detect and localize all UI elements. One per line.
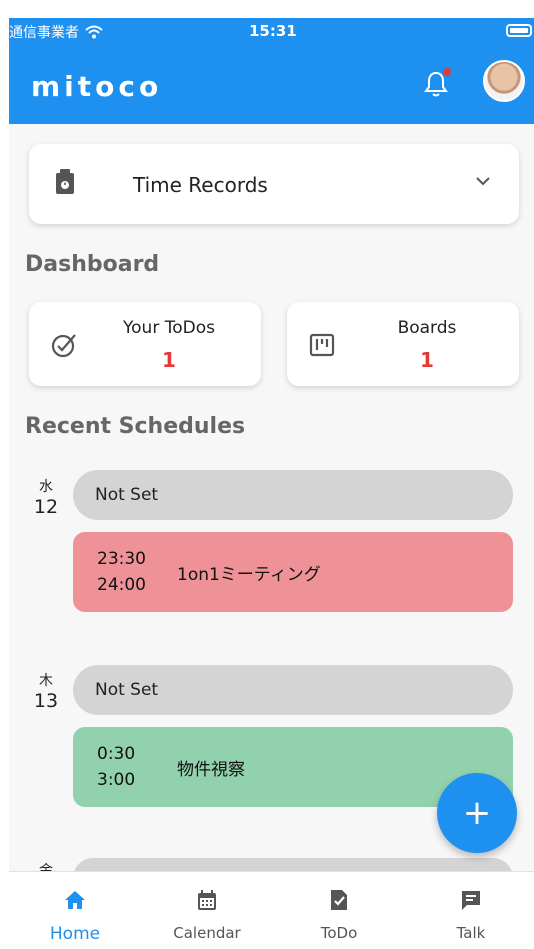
todos-label: Your ToDos: [123, 318, 215, 338]
app-logo: mitoco: [31, 70, 163, 103]
event-title: 物件視察: [177, 760, 245, 780]
todos-card[interactable]: Your ToDos 1: [29, 302, 261, 386]
timer-icon: [56, 169, 74, 194]
calendar-icon: [198, 890, 216, 910]
wifi-icon: [85, 25, 103, 39]
chat-bubble-icon: [462, 891, 480, 910]
add-button[interactable]: +: [437, 773, 517, 853]
day-label: 水 12: [29, 476, 63, 518]
battery-icon: [506, 24, 532, 37]
event-times: 0:30 3:00: [97, 741, 135, 793]
notification-badge: [443, 68, 451, 76]
day-number: 12: [33, 496, 59, 518]
event-end: 3:00: [97, 770, 136, 790]
nav-talk[interactable]: Talk: [421, 872, 521, 949]
weekday: 水: [39, 479, 53, 495]
carrier-name: 通信事業者: [9, 25, 79, 41]
event-start: 23:30: [97, 549, 146, 569]
boards-label: Boards: [397, 318, 457, 338]
todo-document-icon: [331, 890, 347, 910]
user-avatar[interactable]: [483, 60, 525, 102]
todos-count: 1: [162, 348, 176, 372]
not-set-schedule[interactable]: Not Set: [73, 470, 513, 520]
notification-bell-button[interactable]: [423, 68, 451, 98]
schedule-event[interactable]: 23:30 24:00 1on1ミーティング: [73, 532, 513, 612]
dashboard-heading: Dashboard: [25, 252, 160, 277]
chevron-down-icon[interactable]: [475, 176, 491, 186]
recent-schedules-heading: Recent Schedules: [25, 414, 246, 439]
board-icon: [309, 333, 335, 357]
boards-card[interactable]: Boards 1: [287, 302, 519, 386]
status-time: 15:31: [249, 22, 297, 40]
nav-todo[interactable]: ToDo: [289, 872, 389, 949]
weekday: 木: [39, 673, 53, 689]
time-records-title: Time Records: [133, 173, 268, 197]
not-set-schedule[interactable]: Not Set: [73, 665, 513, 715]
boards-count: 1: [420, 348, 434, 372]
carrier-info: 通信事業者: [9, 22, 103, 42]
nav-home[interactable]: Home: [25, 872, 125, 949]
home-icon: [65, 891, 85, 909]
event-title: 1on1ミーティング: [177, 565, 321, 585]
app-screen: 通信事業者 15:31 mitoco Time Records Dashboar…: [9, 18, 534, 949]
bottom-nav: Home Calendar ToDo Talk: [9, 871, 534, 949]
nav-talk-label: Talk: [456, 924, 486, 942]
check-circle-icon: [51, 334, 76, 358]
nav-home-label: Home: [49, 924, 101, 944]
event-times: 23:30 24:00: [97, 546, 146, 598]
day-label: 木 13: [29, 670, 63, 712]
nav-todo-label: ToDo: [320, 924, 358, 942]
time-records-card[interactable]: Time Records: [29, 144, 519, 224]
day-number: 13: [33, 690, 59, 712]
event-end: 24:00: [97, 575, 146, 595]
status-bar: 通信事業者 15:31: [9, 18, 534, 48]
nav-calendar-label: Calendar: [173, 924, 241, 942]
app-header: 通信事業者 15:31 mitoco: [9, 18, 534, 124]
nav-calendar[interactable]: Calendar: [157, 872, 257, 949]
event-start: 0:30: [97, 744, 136, 764]
